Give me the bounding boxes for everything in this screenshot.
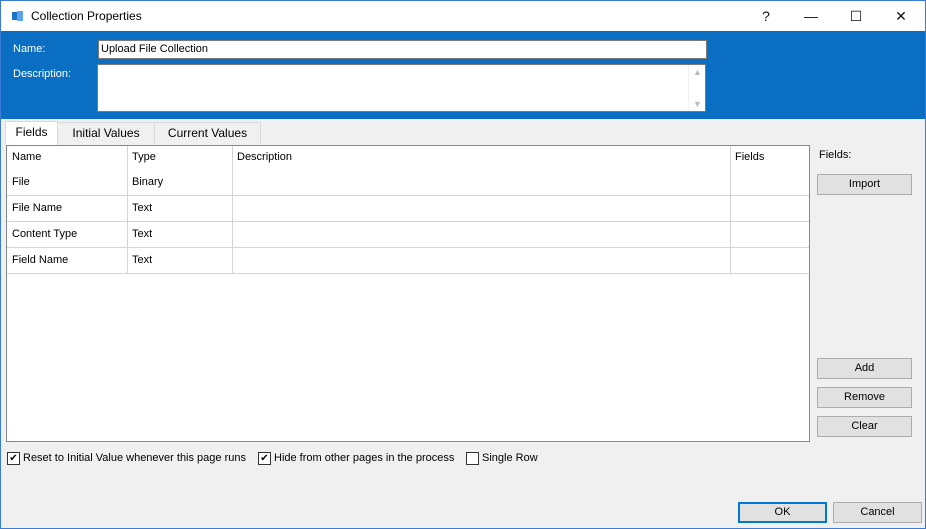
reset-initial-value-label: Reset to Initial Value whenever this pag… [23, 452, 246, 464]
cancel-button[interactable]: Cancel [833, 502, 922, 523]
ok-button[interactable]: OK [738, 502, 827, 523]
title-bar: Collection Properties ? — ☐ ✕ [1, 1, 925, 31]
cell-name[interactable]: Field Name [7, 248, 68, 273]
tab-fields[interactable]: Fields [5, 121, 58, 145]
cell-type[interactable]: Text [127, 196, 152, 221]
checkbox-unchecked-icon[interactable] [466, 452, 479, 465]
hide-from-other-pages-label: Hide from other pages in the process [274, 452, 455, 464]
clear-button[interactable]: Clear [817, 416, 912, 437]
column-header-type[interactable]: Type [127, 146, 156, 168]
minimize-button[interactable]: — [788, 1, 834, 31]
scroll-up-icon[interactable]: ▲ [693, 67, 702, 77]
table-row[interactable]: File Binary [7, 170, 809, 196]
remove-button[interactable]: Remove [817, 387, 912, 408]
fields-side-label: Fields: [819, 149, 852, 161]
cell-description[interactable] [232, 248, 237, 273]
fields-grid: Name Type Description Fields File Binary… [6, 145, 810, 442]
table-row[interactable]: File Name Text [7, 196, 809, 222]
cell-description[interactable] [232, 170, 237, 195]
description-scrollbar[interactable]: ▲ ▼ [688, 65, 705, 111]
description-label: Description: [13, 68, 72, 80]
table-row[interactable]: Field Name Text [7, 248, 809, 274]
checkmark-icon[interactable]: ✔ [7, 452, 20, 465]
window-title: Collection Properties [31, 9, 142, 23]
cell-description[interactable] [232, 222, 237, 247]
header-panel: Name: Upload File Collection Description… [1, 31, 925, 119]
collection-icon [12, 11, 23, 21]
checkmark-icon[interactable]: ✔ [258, 452, 271, 465]
cell-type[interactable]: Binary [127, 170, 163, 195]
column-header-name[interactable]: Name [7, 146, 41, 168]
cell-name[interactable]: File Name [7, 196, 62, 221]
cell-type[interactable]: Text [127, 222, 152, 247]
maximize-button[interactable]: ☐ [833, 1, 879, 31]
single-row-label: Single Row [482, 452, 538, 464]
cell-description[interactable] [232, 196, 237, 221]
cell-fields[interactable] [730, 196, 735, 221]
cell-fields[interactable] [730, 222, 735, 247]
description-input[interactable]: ▲ ▼ [97, 64, 706, 112]
import-button[interactable]: Import [817, 174, 912, 195]
collection-properties-dialog: Collection Properties ? — ☐ ✕ Name: Uplo… [0, 0, 926, 529]
help-button[interactable]: ? [743, 1, 789, 31]
name-input[interactable]: Upload File Collection [98, 40, 707, 59]
cell-fields[interactable] [730, 170, 735, 195]
tab-current-values[interactable]: Current Values [154, 122, 261, 144]
cell-type[interactable]: Text [127, 248, 152, 273]
close-button[interactable]: ✕ [878, 1, 924, 31]
table-row[interactable]: Content Type Text [7, 222, 809, 248]
scroll-down-icon[interactable]: ▼ [693, 99, 702, 109]
add-button[interactable]: Add [817, 358, 912, 379]
tab-initial-values[interactable]: Initial Values [57, 122, 155, 144]
cell-name[interactable]: Content Type [7, 222, 77, 247]
cell-fields[interactable] [730, 248, 735, 273]
name-label: Name: [13, 43, 46, 55]
column-header-description[interactable]: Description [232, 146, 292, 168]
column-header-fields[interactable]: Fields [730, 146, 764, 168]
cell-name[interactable]: File [7, 170, 30, 195]
